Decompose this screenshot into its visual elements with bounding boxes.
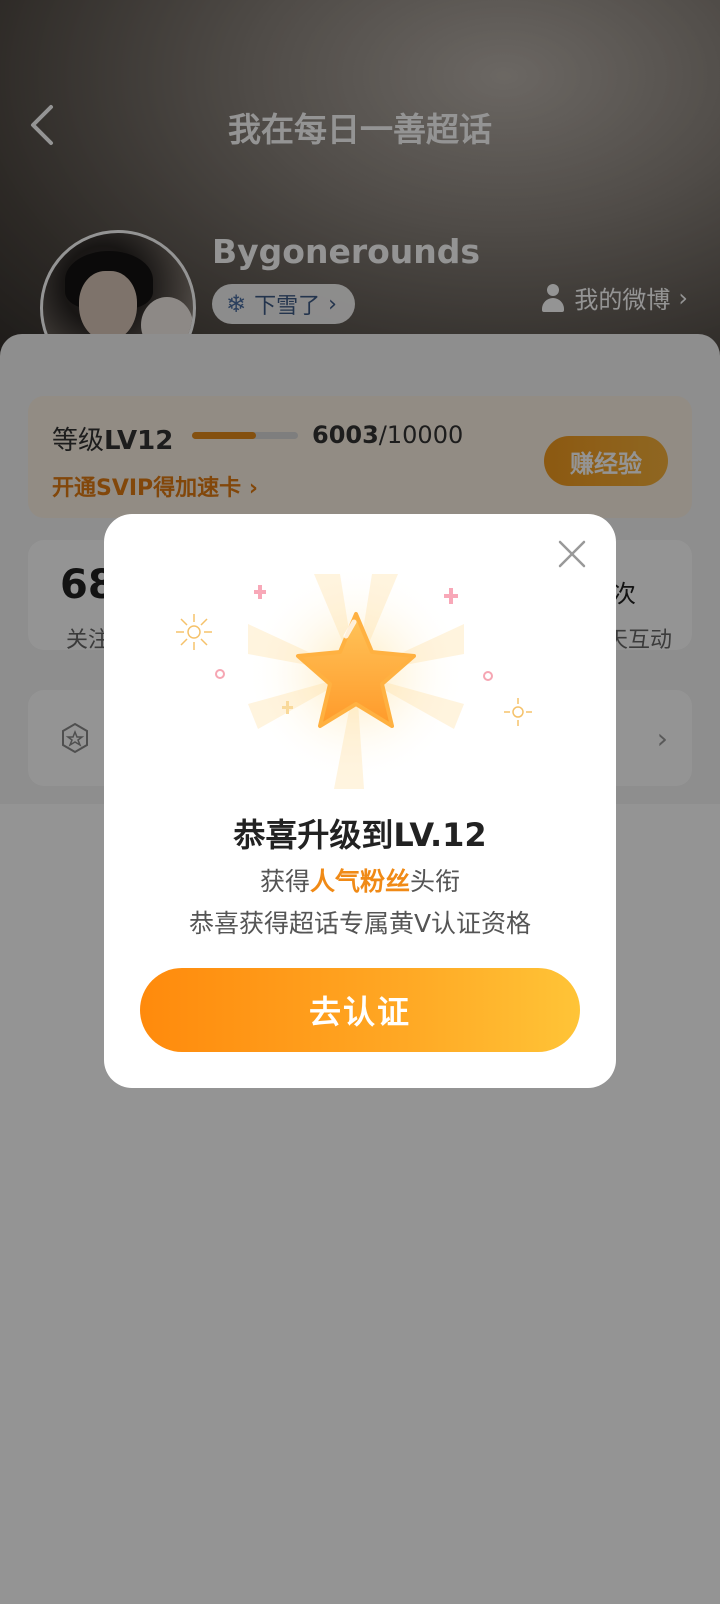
close-icon[interactable] xyxy=(552,534,592,574)
dialog-title: 恭喜升级到LV.12 xyxy=(233,816,487,854)
verify-button[interactable]: 去认证 xyxy=(140,968,580,1052)
level-up-dialog: 恭喜升级到LV.12 获得人气粉丝头衔 恭喜获得超话专属黄V认证资格 去认证 xyxy=(104,514,616,1088)
star-icon xyxy=(176,564,532,789)
dialog-line-verification: 恭喜获得超话专属黄V认证资格 xyxy=(188,909,532,938)
dialog-line-title-award: 获得人气粉丝头衔 xyxy=(259,867,461,896)
awarded-title: 人气粉丝 xyxy=(309,867,410,896)
